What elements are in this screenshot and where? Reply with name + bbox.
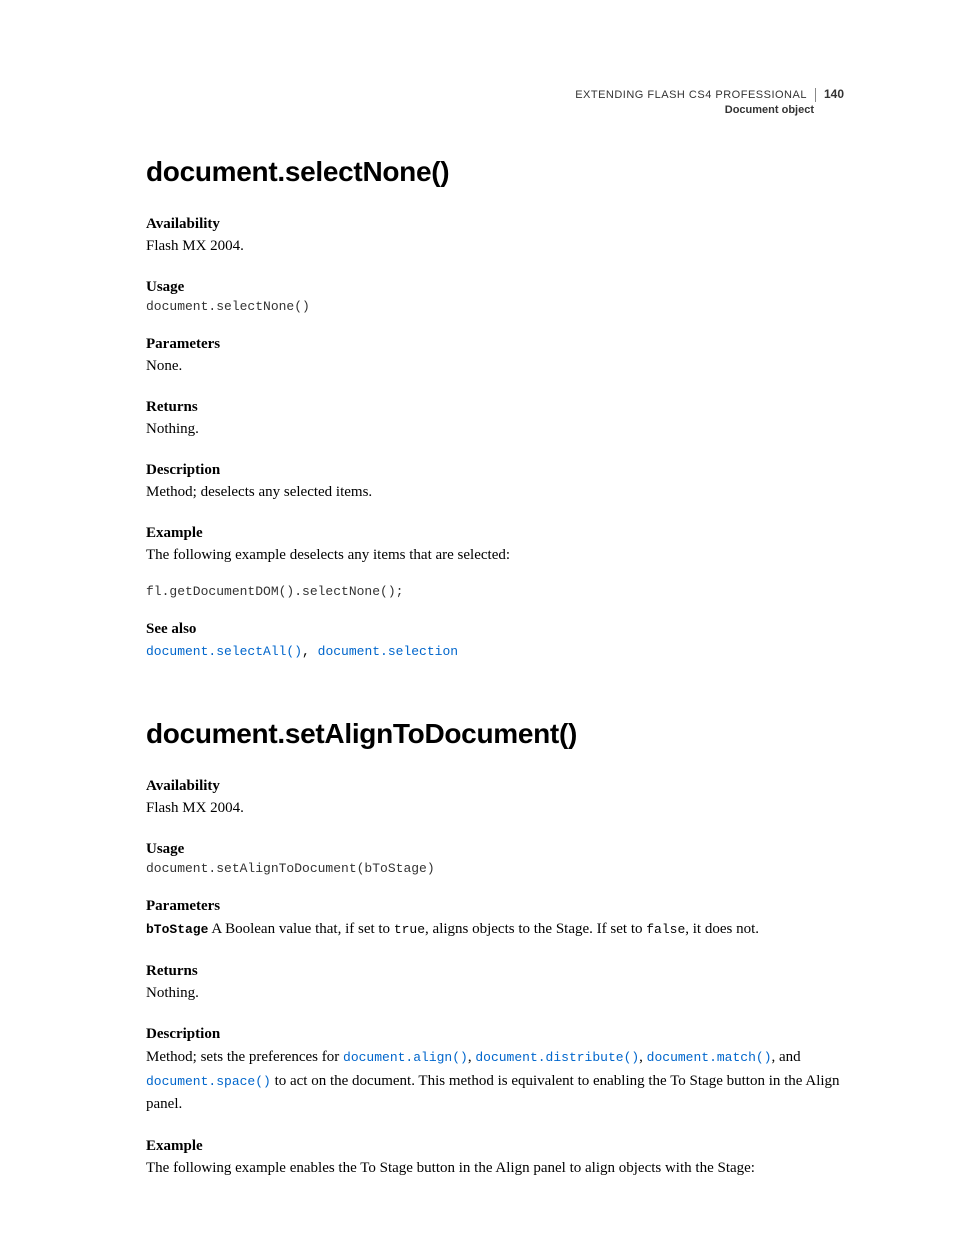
usage-code: document.setAlignToDocument(bToStage): [146, 861, 844, 876]
example-text: The following example enables the To Sta…: [146, 1158, 844, 1179]
parameters-label: Parameters: [146, 336, 844, 353]
link-document-distribute[interactable]: document.distribute(): [475, 1050, 639, 1065]
method-heading-selectnone: document.selectNone(): [146, 156, 844, 188]
description-label: Description: [146, 462, 844, 479]
seealso-label: See also: [146, 621, 844, 638]
literal-false: false: [646, 922, 685, 937]
parameters-text: None.: [146, 356, 844, 377]
example-code: fl.getDocumentDOM().selectNone();: [146, 584, 844, 599]
header-title: EXTENDING FLASH CS4 PROFESSIONAL: [575, 88, 816, 102]
usage-label: Usage: [146, 841, 844, 858]
availability-text: Flash MX 2004.: [146, 798, 844, 819]
literal-true: true: [394, 922, 425, 937]
example-label: Example: [146, 1138, 844, 1155]
availability-label: Availability: [146, 216, 844, 233]
seealso-links: document.selectAll(), document.selection: [146, 641, 844, 662]
param-name-btostage: bToStage: [146, 922, 208, 937]
method-heading-setaligntodocument: document.setAlignToDocument(): [146, 718, 844, 750]
link-selectall[interactable]: document.selectAll(): [146, 644, 302, 659]
description-text: Method; deselects any selected items.: [146, 482, 844, 503]
availability-text: Flash MX 2004.: [146, 236, 844, 257]
returns-text: Nothing.: [146, 419, 844, 440]
link-document-match[interactable]: document.match(): [647, 1050, 772, 1065]
parameters-label: Parameters: [146, 898, 844, 915]
usage-label: Usage: [146, 279, 844, 296]
availability-label: Availability: [146, 778, 844, 795]
link-selection[interactable]: document.selection: [318, 644, 458, 659]
header-section: Document object: [575, 104, 844, 116]
returns-label: Returns: [146, 963, 844, 980]
returns-label: Returns: [146, 399, 844, 416]
description-label: Description: [146, 1026, 844, 1043]
link-document-align[interactable]: document.align(): [343, 1050, 468, 1065]
example-text: The following example deselects any item…: [146, 545, 844, 566]
parameter-description: bToStage A Boolean value that, if set to…: [146, 918, 844, 941]
returns-text: Nothing.: [146, 983, 844, 1004]
description-text: Method; sets the preferences for documen…: [146, 1046, 844, 1116]
header-page-number: 140: [816, 86, 844, 102]
page-header: EXTENDING FLASH CS4 PROFESSIONAL 140 Doc…: [575, 86, 844, 116]
link-document-space[interactable]: document.space(): [146, 1074, 271, 1089]
usage-code: document.selectNone(): [146, 299, 844, 314]
example-label: Example: [146, 525, 844, 542]
